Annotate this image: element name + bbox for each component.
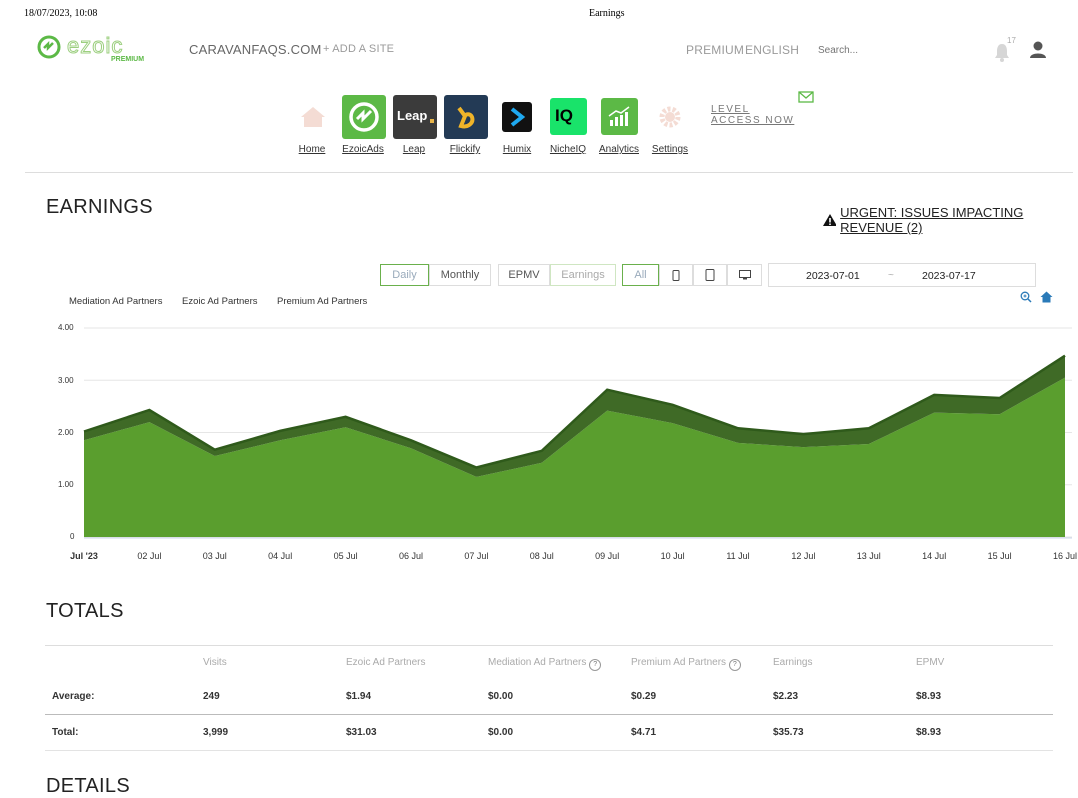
table-cell: $0.00 — [488, 691, 514, 702]
col-header-premium-label: Premium Ad Partners — [631, 657, 727, 668]
table-cell: $2.23 — [773, 691, 799, 702]
table-cell: $31.03 — [346, 727, 377, 738]
table-cell: $8.93 — [916, 691, 942, 702]
row-label-total: Total: — [52, 727, 79, 738]
x-tick-label: 06 Jul — [398, 551, 424, 561]
totals-top-divider — [45, 645, 1053, 646]
help-icon[interactable]: ? — [728, 659, 741, 671]
x-tick-label: 03 Jul — [202, 551, 227, 561]
table-cell: $35.73 — [773, 727, 804, 738]
x-tick-label: 13 Jul — [856, 551, 881, 561]
totals-title: TOTALS — [46, 600, 124, 622]
table-cell: $4.71 — [631, 727, 657, 738]
x-tick-label: 09 Jul — [595, 551, 620, 561]
table-cell: $8.93 — [916, 727, 942, 738]
x-tick-label: 11 Jul — [726, 551, 750, 561]
col-header-visits: Visits — [203, 657, 227, 668]
table-cell: $0.00 — [488, 727, 514, 738]
row-divider — [45, 714, 1053, 715]
earnings-chart[interactable] — [0, 0, 1078, 797]
x-tick-label: 05 Jul — [333, 551, 358, 561]
row-label-average: Average: — [52, 691, 95, 702]
x-tick-label: 14 Jul — [922, 551, 947, 561]
table-cell: $0.29 — [631, 691, 657, 702]
x-tick-label: 07 Jul — [464, 551, 489, 561]
x-tick-label: 16 Jul — [1052, 551, 1078, 561]
x-tick-label: 10 Jul — [660, 551, 685, 561]
table-cell: 3,999 — [203, 727, 229, 738]
col-header-mediation-label: Mediation Ad Partners — [488, 657, 587, 668]
x-tick-label: 02 Jul — [137, 551, 162, 561]
table-cell: 249 — [203, 691, 220, 702]
col-header-epmv: EPMV — [916, 657, 945, 668]
col-header-premium: Premium Ad Partners ? — [631, 657, 741, 671]
table-cell: $1.94 — [346, 691, 372, 702]
series-area-ezoic-ad-partners[interactable] — [84, 377, 1065, 537]
col-header-earnings: Earnings — [773, 657, 813, 668]
x-tick-label: Jul '23 — [70, 551, 98, 561]
details-title: DETAILS — [46, 775, 130, 797]
help-icon[interactable]: ? — [589, 659, 602, 671]
x-tick-label: 04 Jul — [268, 551, 293, 561]
col-header-ezoic: Ezoic Ad Partners — [346, 657, 426, 668]
totals-bottom-divider — [45, 750, 1053, 751]
x-tick-label: 15 Jul — [987, 551, 1012, 561]
x-tick-label: 12 Jul — [791, 551, 816, 561]
x-tick-label: 08 Jul — [529, 551, 554, 561]
col-header-mediation: Mediation Ad Partners ? — [488, 657, 602, 671]
